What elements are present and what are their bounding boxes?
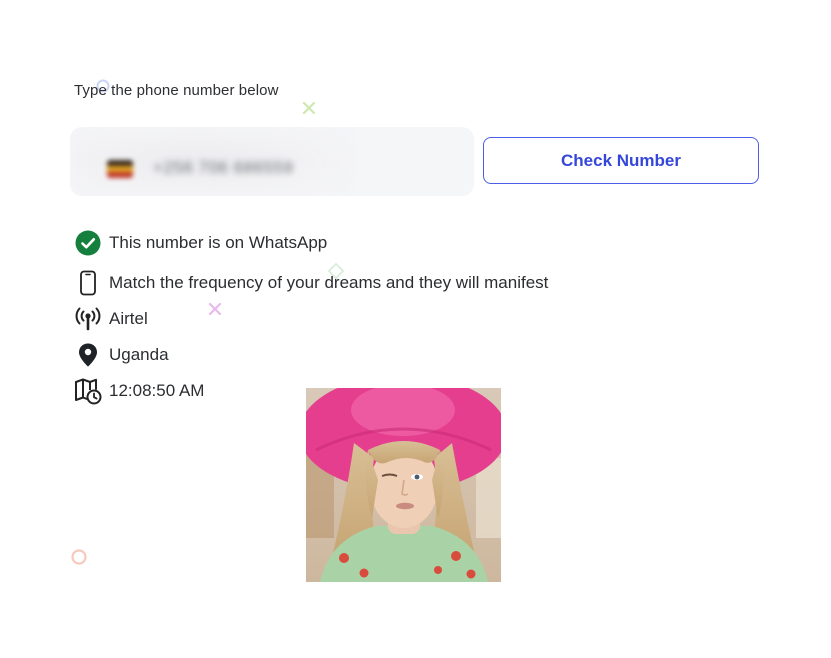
phone-number-value[interactable]: +256 706 686559 [153,158,293,178]
carrier-row: Airtel [74,305,148,333]
country-row: Uganda [74,341,169,369]
map-clock-icon [74,377,102,405]
check-circle-icon [74,229,102,257]
decorative-cross [302,101,316,115]
local-time-row: 12:08:50 AM [74,377,204,405]
signal-tower-icon [74,305,102,333]
profile-photo [306,388,501,582]
decorative-ring [71,549,87,565]
about-text: Match the frequency of your dreams and t… [109,273,549,292]
carrier-text: Airtel [109,309,148,328]
whatsapp-status-row: This number is on WhatsApp [74,229,327,257]
decorative-cross [208,302,222,316]
phone-input-label: Type the phone number below [74,82,279,99]
country-flag-icon[interactable] [107,160,133,178]
about-row: Match the frequency of your dreams and t… [74,269,548,297]
phone-icon [74,269,102,297]
whatsapp-status-text: This number is on WhatsApp [109,233,328,252]
local-time-text: 12:08:50 AM [109,381,205,400]
country-text: Uganda [109,345,169,364]
whatsapp-number-checker: Type the phone number below +256 706 686… [0,0,831,658]
location-pin-icon [74,341,102,369]
check-number-button[interactable]: Check Number [483,137,759,184]
